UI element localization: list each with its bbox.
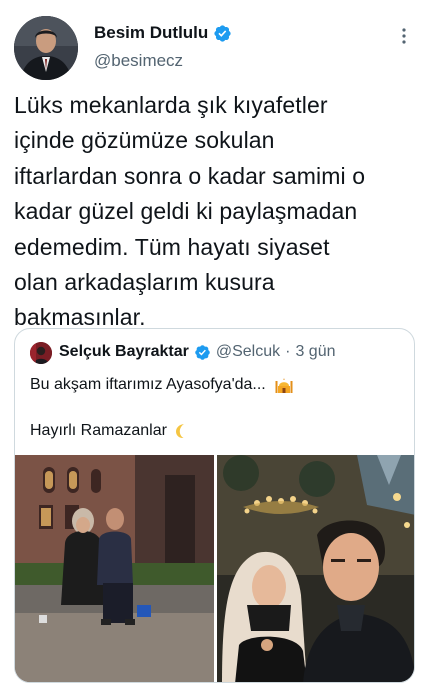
photo-couple-outside-hagia-sophia[interactable] [15,455,214,682]
quoted-tweet[interactable]: Selçuk Bayraktar @Selcuk · 3 gün Bu akşa… [14,328,415,683]
verified-badge-icon [214,24,231,42]
quoted-text-line-2: Hayırlı Ramazanlar [30,422,191,440]
quoted-media-grid [15,455,414,682]
verified-badge-icon [195,344,210,360]
quoted-text-line-1: Bu akşam iftarımız Ayasofya'da... [30,375,294,395]
author-name-text[interactable]: Besim Dutlulu [94,23,208,43]
quoted-text-2: Hayırlı Ramazanlar [30,422,167,439]
more-options-button[interactable] [392,24,416,48]
more-dots-icon [402,28,406,44]
mosque-emoji-icon [275,378,293,393]
quoted-author-avatar[interactable] [30,342,52,364]
crescent-moon-emoji-icon [175,424,184,439]
quoted-timestamp[interactable]: 3 gün [295,343,335,361]
quoted-author-name[interactable]: Selçuk Bayraktar [59,343,189,361]
photo-couple-inside-hagia-sophia[interactable] [217,455,414,682]
tweet-text: Lüks mekanlarda şık kıyafetler içinde gö… [14,92,366,331]
meta-separator: · [285,343,291,360]
quoted-author-handle[interactable]: @Selcuk [216,343,280,361]
quoted-header: Selçuk Bayraktar @Selcuk · 3 gün [59,343,336,361]
author-handle[interactable]: @besimecz [94,51,183,71]
author-avatar[interactable] [14,16,78,80]
author-name[interactable]: Besim Dutlulu [94,23,232,43]
tweet: Besim Dutlulu @besimecz Lüks mekanlarda … [0,0,429,690]
quoted-text-1: Bu akşam iftarımız Ayasofya'da... [30,376,266,393]
